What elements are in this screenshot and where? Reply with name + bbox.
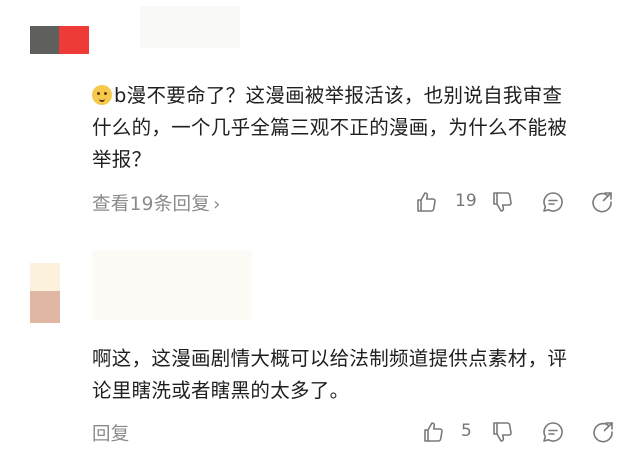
avatar-pixel-dark [30, 26, 59, 54]
share-icon[interactable] [590, 190, 614, 214]
thumbs-down-icon[interactable] [490, 190, 514, 214]
username-blurred [140, 6, 240, 48]
share-icon[interactable] [591, 420, 615, 444]
reply-button[interactable]: 回复 [92, 420, 130, 446]
comment-actions: 回复 5 [0, 418, 641, 448]
view-replies-label: 查看19条回复 [92, 194, 211, 215]
comment-line: 论里瞎洗或者瞎黑的太多了。 [92, 379, 350, 402]
comment-item: b漫不要命了？这漫画被举报活该，也别说自我审查 什么的，一个几乎全篇三观不正的漫… [0, 0, 641, 240]
username-blurred [92, 250, 252, 320]
view-replies-link[interactable]: 查看19条回复 › [92, 190, 221, 216]
comment-icon[interactable] [541, 190, 565, 214]
avatar[interactable] [30, 26, 89, 54]
avatar-pixel-cream [30, 263, 60, 291]
comment-line: 举报？ [92, 148, 152, 171]
avatar-pixel-tan [30, 291, 60, 323]
avatar[interactable] [30, 263, 60, 323]
comment-text: 啊这，这漫画剧情大概可以给法制频道提供点素材，评 论里瞎洗或者瞎黑的太多了。 [92, 343, 622, 407]
like-count: 19 [455, 191, 477, 211]
comment-line: 什么的，一个几乎全篇三观不正的漫画，为什么不能被 [92, 116, 568, 139]
comment-line: 啊这，这漫画剧情大概可以给法制频道提供点素材，评 [92, 347, 568, 370]
comment-actions: 查看19条回复 › 19 [0, 188, 641, 218]
chevron-right-icon: › [213, 194, 221, 215]
comment-icon[interactable] [541, 420, 565, 444]
like-count: 5 [461, 421, 472, 441]
thumbs-up-icon[interactable] [414, 190, 438, 214]
comment-item: 啊这，这漫画剧情大概可以给法制频道提供点素材，评 论里瞎洗或者瞎黑的太多了。 回… [0, 248, 641, 470]
comment-line-text: b漫不要命了？这漫画被举报活该，也别说自我审查 [114, 84, 563, 107]
avatar-pixel-red [59, 26, 89, 54]
thinking-face-icon [92, 85, 112, 105]
thumbs-up-icon[interactable] [421, 420, 445, 444]
thumbs-down-icon[interactable] [490, 420, 514, 444]
comment-thread: b漫不要命了？这漫画被举报活该，也别说自我审查 什么的，一个几乎全篇三观不正的漫… [0, 0, 641, 470]
comment-text: b漫不要命了？这漫画被举报活该，也别说自我审查 什么的，一个几乎全篇三观不正的漫… [92, 80, 622, 176]
comment-line: b漫不要命了？这漫画被举报活该，也别说自我审查 [92, 80, 622, 112]
